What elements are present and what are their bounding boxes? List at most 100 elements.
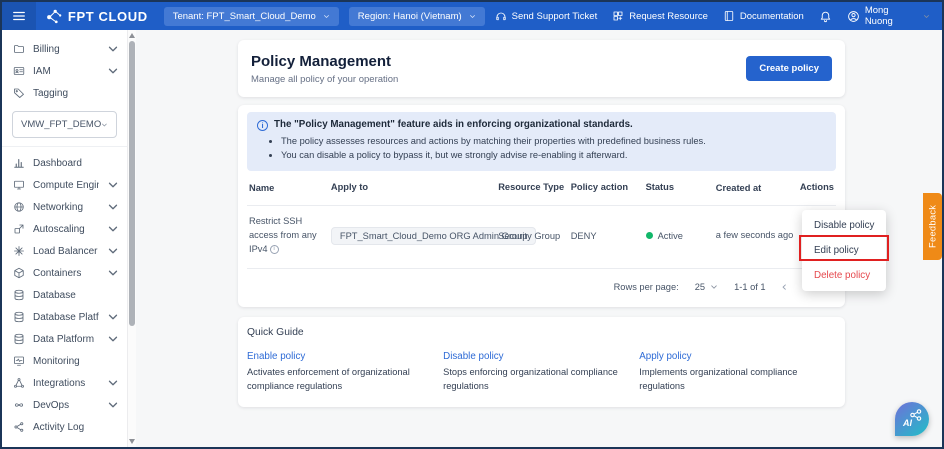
column-header-status: Status [645, 181, 675, 192]
scrollbar-thumb[interactable] [129, 41, 135, 326]
sidebar-item-tagging[interactable]: Tagging [2, 82, 127, 104]
tag-icon [13, 87, 25, 99]
sidebar-item-label: Autoscaling [33, 223, 85, 235]
disable-policy-link[interactable]: Disable policy [443, 351, 621, 362]
column-header-apply-to: Apply to [330, 181, 369, 192]
sidebar-scrollbar[interactable] [127, 30, 136, 447]
send-support-ticket-link[interactable]: Send Support Ticket [495, 10, 598, 22]
banner-bullet: The policy assesses resources and action… [281, 134, 826, 148]
load-balancer-icon [13, 245, 25, 257]
sidebar-item-label: Database [33, 289, 76, 301]
svg-text:AI: AI [902, 418, 912, 428]
sidebar-item-label: DevOps [33, 399, 70, 411]
iam-icon [13, 65, 25, 77]
status-badge: Active [657, 230, 683, 241]
sidebar-divider [2, 146, 127, 147]
devops-icon [13, 399, 25, 411]
sidebar-item-activity-log[interactable]: Activity Log [2, 416, 127, 438]
scrollbar-up-arrow[interactable] [129, 33, 135, 38]
chevron-down-icon [107, 267, 119, 279]
top-navigation-bar: FPT CLOUD Tenant: FPT_Smart_Cloud_Demo R… [2, 2, 942, 30]
sidebar-item-dashboard[interactable]: Dashboard [2, 152, 127, 174]
sidebar-item-devops[interactable]: DevOps [2, 394, 127, 416]
chevron-down-icon [107, 311, 119, 323]
hamburger-menu-button[interactable] [2, 2, 36, 30]
sidebar-item-autoscaling[interactable]: Autoscaling [2, 218, 127, 240]
row-actions-context-menu: Disable policy Edit policy Delete policy [802, 210, 886, 291]
delete-policy-menu-item[interactable]: Delete policy [802, 263, 886, 288]
documentation-link[interactable]: Documentation [723, 10, 804, 22]
sidebar-item-label: Containers [33, 267, 82, 279]
scrollbar-down-arrow[interactable] [129, 439, 135, 444]
sidebar-item-data-platform[interactable]: Data Platform [2, 328, 127, 350]
tenant-dropdown[interactable]: Tenant: FPT_Smart_Cloud_Demo [163, 6, 339, 26]
sidebar-item-iam[interactable]: IAM [2, 60, 127, 82]
policy-info-icon[interactable]: i [269, 244, 279, 254]
sidebar-item-integrations[interactable]: Integrations [2, 372, 127, 394]
ai-assistant-bubble[interactable]: AI [895, 402, 929, 436]
sidebar-item-label: Networking [33, 201, 84, 213]
table-header-row: Name Apply to Resource Type Policy actio… [247, 171, 836, 206]
fpt-cloud-logo[interactable]: FPT CLOUD [46, 8, 148, 25]
column-header-name: Name [249, 182, 275, 193]
request-resource-link[interactable]: Request Resource [612, 10, 708, 22]
feedback-tab[interactable]: Feedback [923, 193, 942, 260]
disable-policy-menu-item[interactable]: Disable policy [802, 213, 886, 238]
chevron-down-icon [107, 201, 119, 213]
apply-to-cell: FPT_Smart_Cloud_Demo ORG Admin Group [330, 226, 537, 245]
sidebar-item-billing[interactable]: Billing [2, 38, 127, 60]
chevron-down-icon [107, 377, 119, 389]
notifications-button[interactable] [819, 10, 832, 23]
chevron-down-icon [710, 283, 718, 291]
user-menu[interactable]: Mong Nuong [847, 5, 930, 27]
project-selector-dropdown[interactable]: VMW_FPT_DEMO [12, 111, 117, 138]
table-row: Restrict SSH access from any IPv4 i FPT_S… [247, 206, 836, 269]
tenant-label: Tenant: FPT_Smart_Cloud_Demo [172, 10, 316, 22]
edit-policy-menu-item[interactable]: Edit policy [802, 238, 886, 263]
status-cell: Active [645, 230, 716, 241]
sidebar-item-label: Load Balancer [33, 245, 98, 257]
sidebar-item-load-balancer[interactable]: Load Balancer [2, 240, 127, 262]
user-name: Mong Nuong [864, 5, 893, 27]
sidebar-item-monitoring[interactable]: Monitoring [2, 350, 127, 372]
rows-per-page-select[interactable]: 25 [695, 282, 718, 292]
region-dropdown[interactable]: Region: Hanoi (Vietnam) [348, 6, 485, 26]
column-header-resource-type: Resource Type [498, 181, 565, 192]
chevron-down-icon [107, 333, 119, 345]
sidebar-item-label: Data Platform [33, 333, 95, 345]
info-icon: i [257, 120, 268, 131]
chevron-down-icon [469, 13, 476, 20]
enable-policy-link[interactable]: Enable policy [247, 351, 425, 362]
policy-name: Restrict SSH access from any IPv4 [249, 215, 317, 254]
monitoring-icon [13, 355, 25, 367]
rows-per-page-label: Rows per page: [613, 282, 679, 293]
sidebar-item-label: Database Platform [33, 311, 99, 323]
disable-policy-description: Stops enforcing organizational complianc… [443, 366, 618, 391]
policy-action-cell: DENY [570, 230, 597, 241]
sidebar-item-containers[interactable]: Containers [2, 262, 127, 284]
create-policy-button[interactable]: Create policy [746, 56, 832, 81]
autoscaling-icon [13, 223, 25, 235]
sidebar-item-label: Billing [33, 43, 60, 55]
hamburger-icon [12, 9, 26, 23]
networking-icon [13, 201, 25, 213]
database-icon [13, 311, 25, 323]
sidebar-item-database-platform[interactable]: Database Platform [2, 306, 127, 328]
chevron-down-icon [923, 13, 930, 20]
billing-icon [13, 43, 25, 55]
app-window: { "topbar": { "logo_text": "FPT CLOUD", … [0, 0, 944, 449]
sidebar-item-networking[interactable]: Networking [2, 196, 127, 218]
quick-guide-entry: Enable policy Activates enforcement of o… [247, 351, 443, 394]
sidebar-item-label: Integrations [33, 377, 86, 389]
previous-page-button[interactable]: ‹ [782, 281, 787, 294]
sidebar-item-compute-engine[interactable]: Compute Engine [2, 174, 127, 196]
page-header-card: Policy Management Manage all policy of y… [238, 40, 845, 97]
region-label: Region: Hanoi (Vietnam) [357, 10, 462, 22]
request-resource-label: Request Resource [629, 10, 708, 22]
sidebar-item-database[interactable]: Database [2, 284, 127, 306]
send-support-ticket-label: Send Support Ticket [511, 10, 598, 22]
sidebar-navigation: Billing IAM Tagging VMW_FPT_DEMO Dashboa… [2, 30, 127, 447]
apply-policy-link[interactable]: Apply policy [639, 351, 817, 362]
integrations-icon [13, 377, 25, 389]
sidebar-item-label: Activity Log [33, 421, 85, 433]
